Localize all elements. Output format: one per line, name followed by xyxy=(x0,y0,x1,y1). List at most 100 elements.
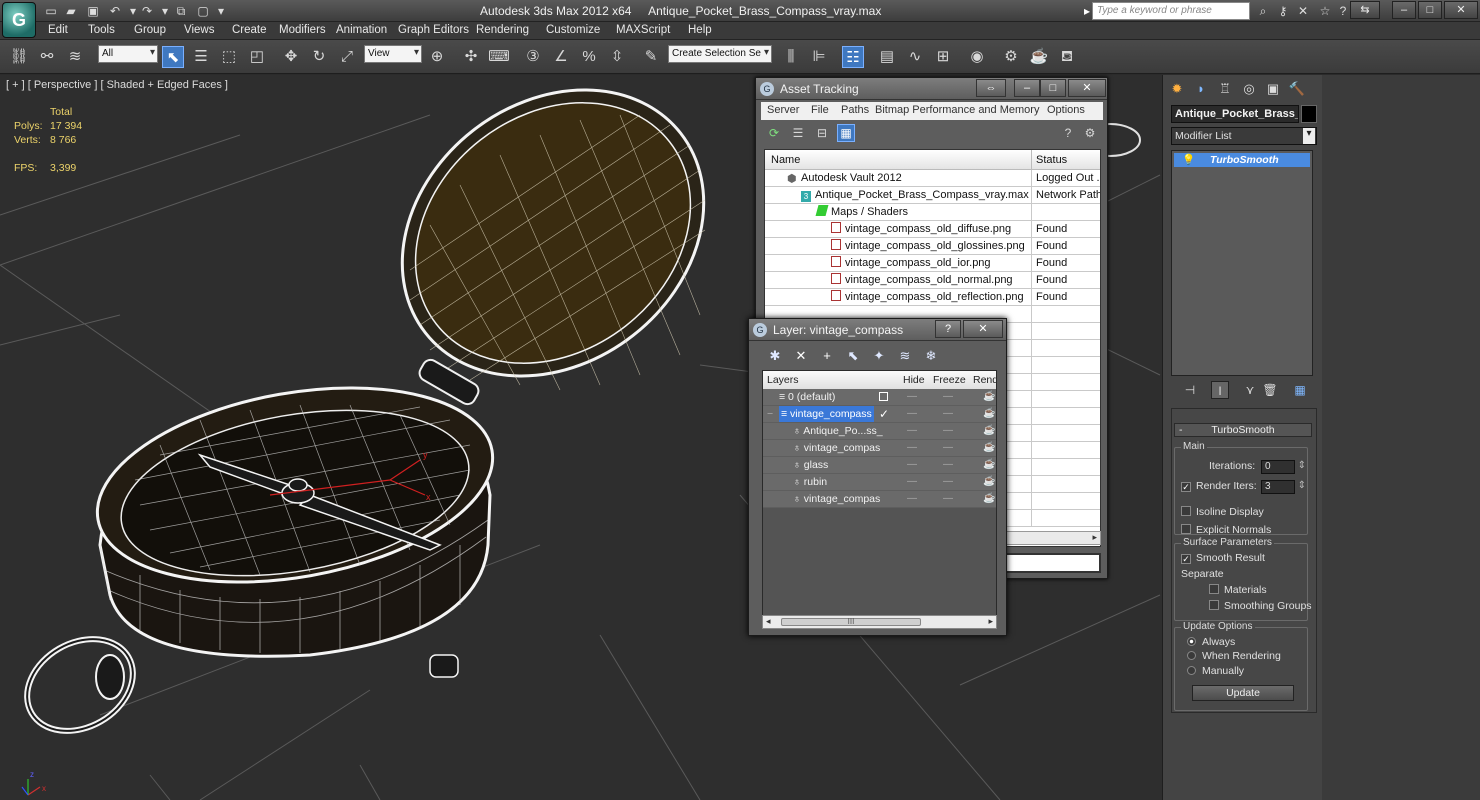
rollout-header[interactable]: - TurboSmooth xyxy=(1174,423,1312,437)
select-manipulate-icon[interactable]: ✣ xyxy=(460,46,482,68)
manually-radio[interactable] xyxy=(1187,666,1196,675)
col-render-header[interactable]: Rende xyxy=(973,374,996,386)
manually-row[interactable]: Manually xyxy=(1187,665,1244,677)
explicit-normals-checkbox[interactable] xyxy=(1181,524,1191,534)
pivot-center-icon[interactable]: ⊕ xyxy=(426,46,448,68)
menu-tools[interactable]: Tools xyxy=(88,24,115,36)
undo-icon[interactable]: ↶ xyxy=(106,3,124,19)
freeze-toggle[interactable]: — xyxy=(943,406,953,422)
rendered-frame-window-icon[interactable]: ☕ xyxy=(1028,46,1050,68)
freeze-toggle[interactable]: — xyxy=(943,440,953,456)
spinner-snap-icon[interactable]: ⇳ xyxy=(606,46,628,68)
selection-filter-dropdown[interactable]: All xyxy=(98,45,158,63)
hide-toggle[interactable]: — xyxy=(907,474,917,490)
modify-tab-icon[interactable]: ◗ xyxy=(1191,79,1211,99)
reference-coordinate-dropdown[interactable]: View xyxy=(364,45,422,63)
select-by-name-icon[interactable]: ☰ xyxy=(190,46,212,68)
binoculars-icon[interactable]: ⌕ xyxy=(1254,3,1272,19)
materials-row[interactable]: Materials xyxy=(1209,584,1267,596)
list-item[interactable]: ♁ rubin — — ☕ xyxy=(763,474,996,491)
pin-stack-icon[interactable]: ⊣ xyxy=(1181,381,1199,399)
table-row[interactable]: vintage_compass_old_glossines.png Found xyxy=(765,238,1100,255)
hide-all-layers-icon[interactable]: ≋ xyxy=(895,347,915,365)
favorites-star-icon[interactable]: ☆ xyxy=(1316,3,1334,19)
refresh-icon[interactable]: ⟳ xyxy=(765,124,783,142)
when-rendering-radio[interactable] xyxy=(1187,651,1196,660)
col-freeze-header[interactable]: Freeze xyxy=(933,374,966,386)
maximize-button[interactable]: □ xyxy=(1418,1,1442,19)
asset-tracking-titlebar[interactable]: G Asset Tracking ⇔ – □ ✕ xyxy=(756,78,1107,100)
render-teapot-icon[interactable]: ☕ xyxy=(983,406,995,422)
materials-checkbox[interactable] xyxy=(1209,584,1219,594)
freeze-toggle[interactable]: — xyxy=(943,457,953,473)
modifier-stack-item-turbosmooth[interactable]: 💡 TurboSmooth xyxy=(1174,153,1310,167)
edit-named-selection-icon[interactable]: ✎ xyxy=(640,46,662,68)
schematic-view-icon[interactable]: ⊞ xyxy=(932,46,954,68)
render-iters-checkbox[interactable]: ✓ xyxy=(1181,482,1191,492)
menu-edit[interactable]: Edit xyxy=(48,24,68,36)
hide-toggle[interactable]: — xyxy=(907,440,917,456)
hide-toggle[interactable]: — xyxy=(907,389,917,405)
render-teapot-icon[interactable]: ☕ xyxy=(983,491,995,507)
isoline-display-checkbox[interactable] xyxy=(1181,506,1191,516)
layer-horizontal-scrollbar[interactable]: ◂ III ▸ xyxy=(762,615,997,629)
menu-views[interactable]: Views xyxy=(184,24,214,36)
link-icon[interactable]: ⛓ xyxy=(8,46,30,68)
save-icon[interactable]: ▣ xyxy=(84,3,102,19)
named-selection-sets-dropdown[interactable]: Create Selection Se xyxy=(668,45,772,63)
render-setup-icon[interactable]: ⚙ xyxy=(1000,46,1022,68)
layer-scroll-thumb[interactable]: III xyxy=(781,618,921,626)
asset-menu-paths[interactable]: Paths xyxy=(841,104,869,116)
menu-create[interactable]: Create xyxy=(232,24,267,36)
workspace-switch-icon[interactable]: ⇆ xyxy=(1350,1,1380,19)
list-item[interactable]: ≡ 0 (default) — — ☕ xyxy=(763,389,996,406)
create-layer-icon[interactable]: ✱ xyxy=(765,347,785,365)
list-item[interactable]: − ≡ vintage_compass ✓ — — ☕ xyxy=(763,406,996,423)
object-color-swatch[interactable] xyxy=(1301,105,1317,123)
list-item[interactable]: ♁ vintage_compas — — ☕ xyxy=(763,440,996,457)
menu-modifiers[interactable]: Modifiers xyxy=(279,24,326,36)
layer-titlebar[interactable]: G Layer: vintage_compass ? ✕ xyxy=(749,319,1006,341)
quick-access-dropdown-icon[interactable]: ▾ xyxy=(212,3,230,19)
hold-icon[interactable]: ⧉ xyxy=(172,3,190,19)
list-view-icon[interactable]: ☰ xyxy=(789,124,807,142)
asset-settings-icon[interactable]: ⚙ xyxy=(1081,124,1099,142)
render-iters-spinner[interactable]: 3 xyxy=(1261,480,1306,494)
menu-graph-editors[interactable]: Graph Editors xyxy=(398,24,469,36)
hide-toggle[interactable]: — xyxy=(907,491,917,507)
render-teapot-icon[interactable]: ☕ xyxy=(983,423,995,439)
layer-manager-icon[interactable]: ☷ xyxy=(842,46,864,68)
menu-animation[interactable]: Animation xyxy=(336,24,387,36)
col-name-header[interactable]: Name xyxy=(771,154,800,166)
table-row[interactable]: vintage_compass_old_ior.png Found xyxy=(765,255,1100,272)
table-row[interactable]: ⬢ Autodesk Vault 2012 Logged Out ... xyxy=(765,170,1100,187)
application-button[interactable]: G xyxy=(2,2,36,38)
table-row[interactable]: 3 Antique_Pocket_Brass_Compass_vray.max N… xyxy=(765,187,1100,204)
menu-group[interactable]: Group xyxy=(134,24,166,36)
angle-snap-icon[interactable]: ∠ xyxy=(550,46,572,68)
make-unique-icon[interactable]: ⋎ xyxy=(1241,381,1259,399)
table-view-icon[interactable]: ▦ xyxy=(837,124,855,142)
table-row[interactable]: vintage_compass_old_normal.png Found xyxy=(765,272,1100,289)
window-crossing-icon[interactable]: ◰ xyxy=(246,46,268,68)
bind-spacewarp-icon[interactable]: ≋ xyxy=(64,46,86,68)
layer-help-button[interactable]: ? xyxy=(935,320,961,338)
show-end-result-icon[interactable]: I xyxy=(1211,381,1229,399)
list-item[interactable]: ♁ glass — — ☕ xyxy=(763,457,996,474)
new-file-icon[interactable]: ▭ xyxy=(42,3,60,19)
table-row[interactable]: vintage_compass_old_diffuse.png Found xyxy=(765,221,1100,238)
asset-menu-file[interactable]: File xyxy=(811,104,829,116)
always-row[interactable]: Always xyxy=(1187,636,1235,648)
motion-tab-icon[interactable]: ◎ xyxy=(1239,79,1259,99)
asset-close-button[interactable]: ✕ xyxy=(1068,79,1106,97)
create-tab-icon[interactable]: ✹ xyxy=(1167,79,1187,99)
iterations-spinner[interactable]: 0 xyxy=(1261,460,1306,474)
percent-snap-icon[interactable]: % xyxy=(578,46,600,68)
communication-icon[interactable]: ✕ xyxy=(1294,3,1312,19)
redo-icon[interactable]: ↷ xyxy=(138,3,156,19)
delete-layer-icon[interactable]: ✕ xyxy=(791,347,811,365)
col-status-header[interactable]: Status xyxy=(1031,150,1067,170)
asset-menu-bitmap-performance[interactable]: Bitmap Performance and Memory xyxy=(875,104,1039,116)
scale-icon[interactable]: ⤢ xyxy=(336,46,358,68)
asset-help-icon[interactable]: ? xyxy=(1059,124,1077,142)
